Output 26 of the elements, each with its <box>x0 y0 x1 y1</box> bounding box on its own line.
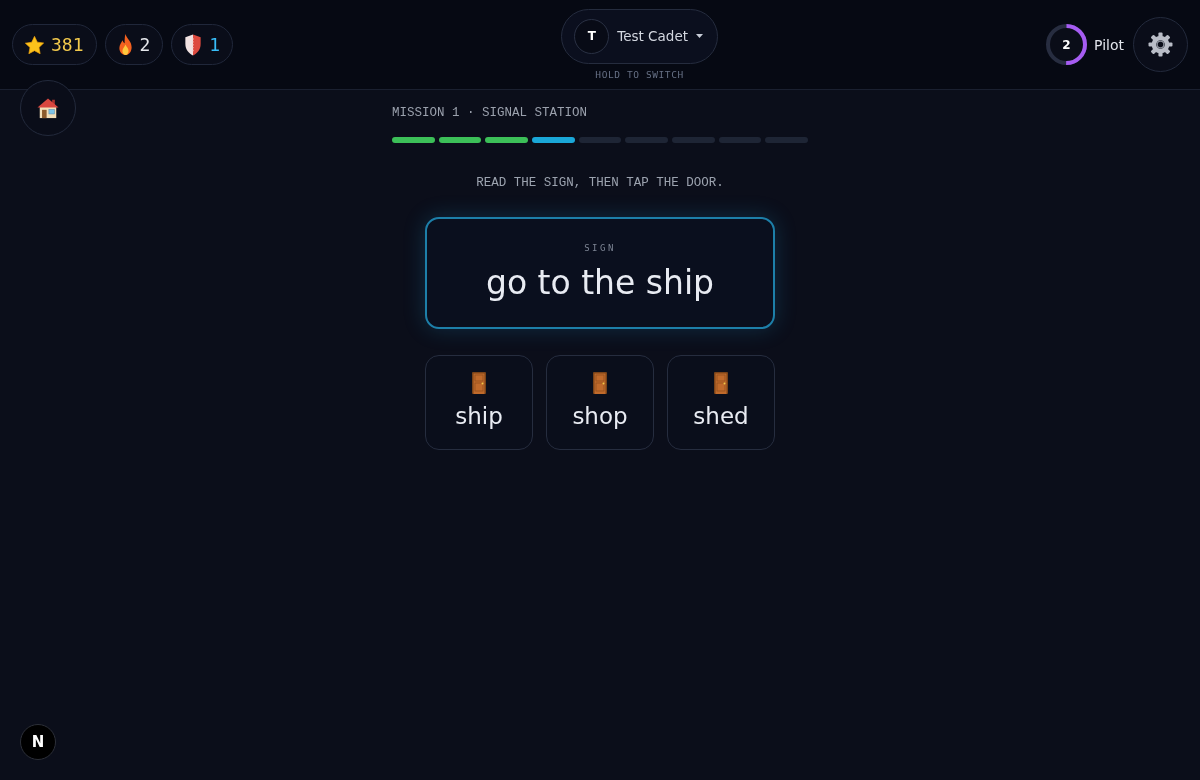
counter-value: 1 <box>209 33 221 56</box>
house-icon <box>37 97 59 119</box>
instruction-text: READ THE SIGN, THEN TAP THE DOOR. <box>476 176 724 191</box>
hint-text: HOLD TO SWITCH <box>595 68 684 81</box>
rank-title: Pilot <box>1094 36 1124 53</box>
sign-text: go to the ship <box>485 262 715 304</box>
caret-icon <box>696 34 703 38</box>
door-icon <box>593 371 607 394</box>
door-icon <box>472 371 486 394</box>
answer-button[interactable]: shop <box>546 355 654 450</box>
answer-button[interactable]: shed <box>667 355 775 450</box>
door-icon <box>714 371 728 394</box>
shield-icon <box>184 33 203 56</box>
sign-label: SIGN <box>584 242 616 254</box>
star-icon <box>25 35 44 54</box>
flame-icon <box>117 34 133 55</box>
counter-value: 381 <box>51 33 84 56</box>
gear-icon <box>1148 32 1173 57</box>
counter-value: 2 <box>139 33 151 56</box>
home-button[interactable] <box>20 80 76 136</box>
n-logo-button[interactable]: N <box>20 724 56 760</box>
profile-switch-button[interactable]: T Test Cadet <box>561 8 718 64</box>
mission-title: MISSION 1 · SIGNAL STATION <box>392 106 589 121</box>
level-number: 2 <box>1062 37 1071 52</box>
avatar: T <box>574 18 610 54</box>
answer-button[interactable]: ship <box>425 355 533 450</box>
